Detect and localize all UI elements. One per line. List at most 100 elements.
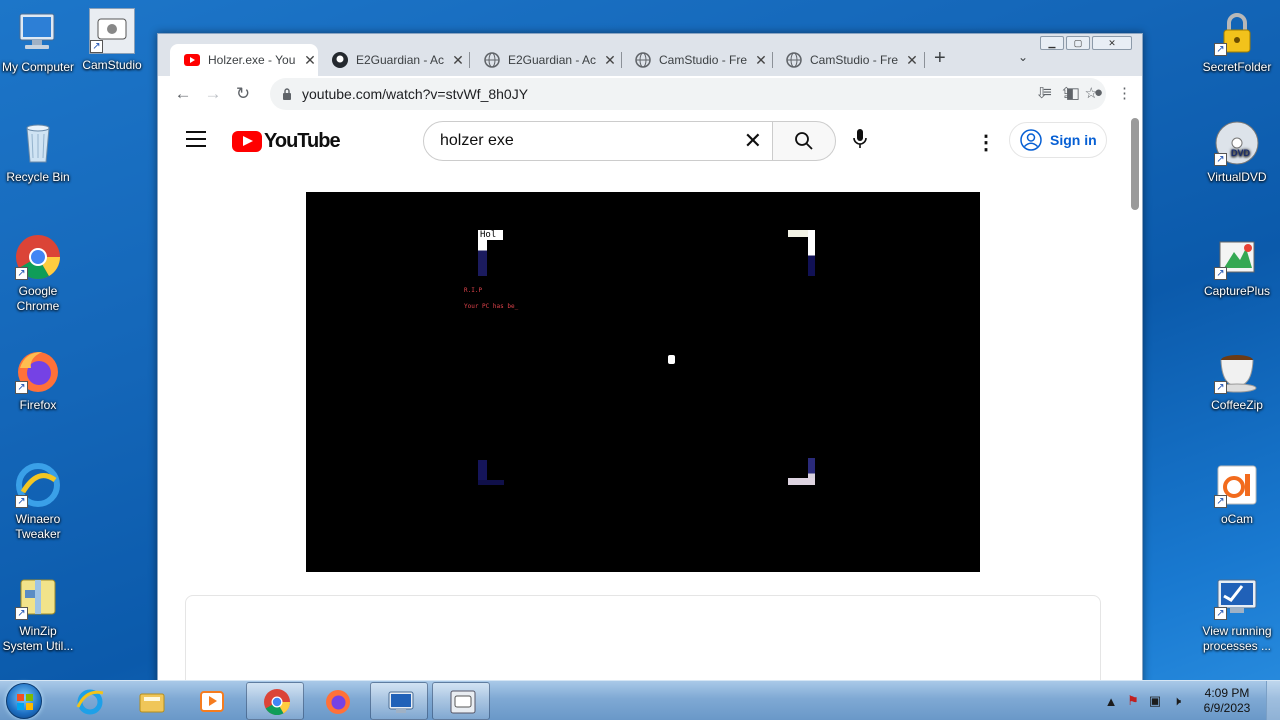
account-circle-icon [1020, 129, 1042, 151]
shortcut-arrow-icon: ↗ [1214, 267, 1227, 280]
desktop-icon-label: CapturePlus [1203, 284, 1271, 298]
back-arrow-icon[interactable]: ← [168, 84, 198, 104]
taskbar-clock[interactable]: 4:09 PM 6/9/2023 [1188, 686, 1266, 716]
youtube-header: YouTube holzer exe ✕ ⋮ Sign in [158, 112, 1142, 168]
dvd-icon: DVD ↗ [1214, 120, 1260, 166]
chrome-menu-icon[interactable]: ⋮ [1117, 84, 1132, 102]
taskbar-media-player[interactable] [182, 682, 240, 720]
desktop-icon-winaero-tweaker[interactable]: ↗ Winaero Tweaker [0, 462, 76, 542]
tab-close-button[interactable]: ✕ [450, 52, 466, 69]
ocam-icon: ↗ [1214, 462, 1260, 508]
desktop-icon-recycle-bin[interactable]: Recycle Bin [0, 120, 76, 185]
media-player-icon [200, 691, 224, 712]
scrollbar-thumb[interactable] [1131, 118, 1139, 210]
desktop-icon-label: VirtualDVD [1207, 170, 1267, 184]
search-input[interactable]: holzer exe ✕ [423, 121, 773, 161]
desktop-icon-coffeezip[interactable]: ↗ CoffeeZip [1199, 348, 1275, 413]
desktop-icon-camstudio[interactable]: ↗ CamStudio [74, 8, 150, 73]
search-icon [795, 132, 813, 150]
profile-avatar-icon[interactable]: ● [1094, 84, 1103, 102]
microphone-icon[interactable] [853, 128, 867, 155]
desktop-icon-label: oCam [1220, 512, 1253, 526]
show-hidden-icons-arrow-icon[interactable]: ▲ [1100, 694, 1122, 709]
tab-close-button[interactable]: ✕ [602, 52, 618, 69]
new-tab-button[interactable]: + [934, 48, 946, 68]
winaero-tweaker-icon: ↗ [15, 462, 61, 508]
forward-arrow-icon[interactable]: → [198, 84, 228, 104]
desktop-icon-captureplus[interactable]: ↗ CapturePlus [1199, 234, 1275, 299]
desktop-icon-view-running-processes[interactable]: ↗ View running processes ... [1199, 574, 1275, 654]
winzip-icon: ↗ [15, 574, 61, 620]
shortcut-arrow-icon: ↗ [15, 267, 28, 280]
tab-holzer-youtube[interactable]: Holzer.exe - You ✕ [170, 44, 318, 76]
address-bar[interactable]: youtube.com/watch?v=stvWf_8h0JY ⇩ ⇪ ☆ [270, 78, 1106, 110]
desktop-icon-ocam[interactable]: ↗ oCam [1199, 462, 1275, 527]
firefox-icon: ↗ [15, 348, 61, 394]
close-window-button[interactable]: ✕ [1092, 36, 1132, 50]
tab-close-button[interactable]: ✕ [753, 52, 769, 69]
url-text: youtube.com/watch?v=stvWf_8h0JY [302, 86, 529, 102]
volume-muted-icon[interactable]: 🕨 [1166, 693, 1188, 709]
tab-e2guardian-github[interactable]: E2Guardian - Ac ✕ [318, 44, 468, 76]
action-center-flag-icon[interactable]: ⚑ [1122, 693, 1144, 709]
network-icon[interactable]: ▣ [1144, 693, 1166, 709]
recycle-bin-icon [15, 120, 61, 166]
desktop-icon-winzip-system-utilities[interactable]: ↗ WinZip System Util... [0, 574, 76, 654]
tab-title: Holzer.exe - You [208, 53, 296, 67]
settings-more-icon[interactable]: ⋮ [976, 130, 996, 155]
desktop-icon-my-computer[interactable]: My Computer [0, 10, 76, 75]
captureplus-icon: ↗ [1214, 234, 1260, 280]
tab-camstudio-2[interactable]: CamStudio - Fre ✕ [772, 44, 922, 76]
media-controls-icon[interactable]: ≡ [1043, 84, 1052, 102]
video-rip-text: R.I.P Your PC has be_ [464, 283, 518, 315]
desktop-icon-label: Winaero Tweaker [15, 512, 61, 541]
taskbar-camstudio[interactable] [432, 682, 490, 720]
globe-icon [786, 52, 802, 68]
tab-title: E2Guardian - Ac [356, 53, 444, 67]
chrome-icon: ↗ [15, 234, 61, 280]
shortcut-arrow-icon: ↗ [1214, 43, 1227, 56]
tab-search-chevron-icon[interactable]: ⌄ [1018, 50, 1028, 64]
shortcut-arrow-icon: ↗ [15, 495, 28, 508]
minimize-button[interactable]: ▁ [1040, 36, 1064, 50]
desktop-icon-secretfolder[interactable]: ↗ SecretFolder [1199, 10, 1275, 75]
desktop-icon-google-chrome[interactable]: ↗ Google Chrome [0, 234, 76, 314]
tab-close-button[interactable]: ✕ [302, 52, 318, 69]
taskbar-file-explorer[interactable] [122, 682, 180, 720]
shortcut-arrow-icon: ↗ [1214, 495, 1227, 508]
hand-cursor-icon [668, 355, 675, 364]
desktop-icon-firefox[interactable]: ↗ Firefox [0, 348, 76, 413]
window-controls: ▁ ▢ ✕ [1040, 36, 1132, 50]
desktop-icon-virtualdvd[interactable]: DVD ↗ VirtualDVD [1199, 120, 1275, 185]
tab-e2guardian[interactable]: E2Guardian - Ac ✕ [470, 44, 620, 76]
shortcut-arrow-icon: ↗ [1214, 607, 1227, 620]
taskbar-internet-explorer[interactable] [60, 682, 118, 720]
search-query: holzer exe [440, 132, 514, 149]
tab-camstudio-1[interactable]: CamStudio - Fre ✕ [621, 44, 771, 76]
system-tray: ▲ ⚑ ▣ 🕨 4:09 PM 6/9/2023 [1100, 681, 1280, 720]
side-panel-icon[interactable]: ◧ [1066, 84, 1080, 102]
clear-search-icon[interactable]: ✕ [744, 128, 762, 154]
windows-flag-icon [17, 694, 33, 710]
taskbar-firefox[interactable] [308, 682, 366, 720]
desktop-icon-label: Firefox [19, 398, 57, 412]
sign-in-button[interactable]: Sign in [1009, 122, 1107, 158]
globe-icon [635, 52, 651, 68]
desktop-icon-label: Google Chrome [16, 284, 60, 313]
tab-title: E2Guardian - Ac [508, 53, 596, 67]
maximize-button[interactable]: ▢ [1066, 36, 1090, 50]
search-button[interactable] [772, 121, 836, 161]
hamburger-menu-icon[interactable] [186, 131, 206, 152]
desktop-icon-label: View running processes ... [1202, 624, 1272, 653]
top-right-bracket-side [808, 230, 815, 276]
video-player[interactable]: Hol R.I.P Your PC has be_ [306, 192, 980, 572]
youtube-logo[interactable]: YouTube [232, 130, 341, 153]
youtube-icon [184, 54, 200, 66]
show-desktop-button[interactable] [1266, 681, 1280, 720]
reload-icon[interactable]: ↻ [228, 84, 258, 104]
start-button[interactable] [6, 683, 42, 719]
clock-date: 6/9/2023 [1203, 701, 1251, 715]
taskbar-task-manager[interactable] [370, 682, 428, 720]
taskbar-google-chrome[interactable] [246, 682, 304, 720]
tab-close-button[interactable]: ✕ [904, 52, 920, 69]
